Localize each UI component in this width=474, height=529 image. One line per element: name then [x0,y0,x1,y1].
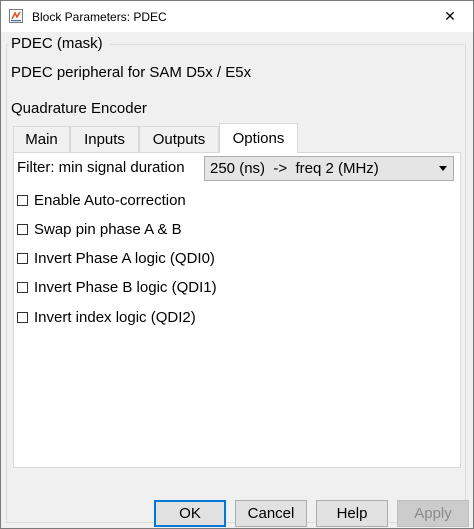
checkbox-label: Invert Phase B logic (QDI1) [34,279,217,296]
section-title: Quadrature Encoder [11,100,147,117]
checkbox-box[interactable] [17,253,28,264]
simulink-block-icon [9,9,23,23]
checkbox-label: Enable Auto-correction [34,192,186,209]
checkbox-label: Swap pin phase A & B [34,221,182,238]
apply-button[interactable]: Apply [397,500,469,527]
tab-inputs[interactable]: Inputs [70,126,139,152]
close-button[interactable]: ✕ [427,1,473,32]
group-box-border [110,44,464,45]
group-box-border [6,44,9,45]
filter-dropdown-value: 250 (ns) -> freq 2 (MHz) [210,160,379,177]
checkbox-label: Invert Phase A logic (QDI0) [34,250,215,267]
checkbox-box[interactable] [17,224,28,235]
filter-label: Filter: min signal duration [17,159,185,176]
checkbox-label: Invert index logic (QDI2) [34,309,196,326]
checkbox-box[interactable] [17,195,28,206]
cancel-button[interactable]: Cancel [235,500,307,527]
tab-main[interactable]: Main [13,126,70,152]
mask-description: PDEC peripheral for SAM D5x / E5x [11,64,252,81]
window-title: Block Parameters: PDEC [32,10,167,24]
close-icon: ✕ [444,8,456,24]
tab-outputs[interactable]: Outputs [139,126,219,152]
title-bar: Block Parameters: PDEC ✕ [1,1,473,32]
checkbox-box[interactable] [17,312,28,323]
tab-options[interactable]: Options [219,123,298,153]
ok-button[interactable]: OK [154,500,226,527]
checkbox-box[interactable] [17,282,28,293]
help-button[interactable]: Help [316,500,388,527]
chevron-down-icon [439,166,447,171]
filter-dropdown[interactable]: 250 (ns) -> freq 2 (MHz) [204,156,454,181]
mask-title: PDEC (mask) [11,35,103,52]
